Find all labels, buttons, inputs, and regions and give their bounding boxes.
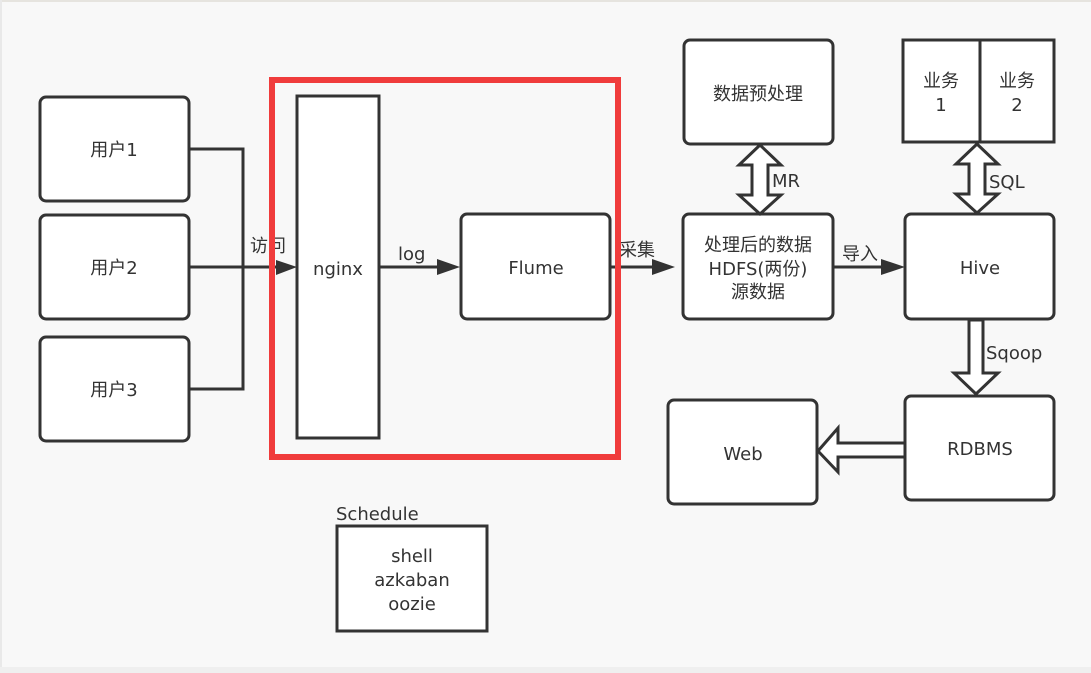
node-hive[interactable]: Hive [903,212,1056,321]
node-hive-label: Hive [960,258,1000,279]
node-processed-line-3: 源数据 [731,282,785,303]
edge-label-log: log [398,244,425,265]
node-business-2-line-1: 业务 [999,71,1035,92]
edge-label-sql: SQL [989,172,1025,193]
node-rdbms[interactable]: RDBMS [903,394,1056,502]
edge-label-sqoop: Sqoop [986,343,1042,364]
node-user-1-label: 用户1 [90,140,137,161]
node-business-1[interactable]: 业务 1 [901,38,982,144]
node-user-2-label: 用户2 [90,258,137,279]
node-business-1-line-2: 1 [935,95,946,116]
arrow-collect-head [652,259,675,275]
architecture-diagram: 用户1 用户2 用户3 访问 nginx log Flume 采集 处理后的数据… [38,38,1056,633]
schedule-item-azkaban: azkaban [374,570,449,591]
node-user-3-label: 用户3 [90,380,137,401]
arrow-import-head [881,259,905,275]
node-nginx-label: nginx [313,259,363,280]
node-flume[interactable]: Flume [459,212,612,321]
node-user-1[interactable]: 用户1 [38,95,191,203]
node-processed-line-2: HDFS(两份) [709,259,808,280]
node-nginx[interactable]: nginx [295,94,381,440]
edge-label-mr: MR [772,171,800,192]
node-web-label: Web [723,444,762,465]
arrow-access-head [276,260,297,275]
node-user-2[interactable]: 用户2 [38,213,191,321]
node-business-2[interactable]: 业务 2 [978,38,1056,144]
node-processed-data[interactable]: 处理后的数据 HDFS(两份) 源数据 [681,212,835,321]
edge-label-import: 导入 [842,244,878,265]
connector-user-1 [189,147,245,391]
node-user-3[interactable]: 用户3 [38,335,191,443]
node-schedule[interactable]: shell azkaban oozie [335,524,489,633]
node-rdbms-label: RDBMS [947,439,1013,460]
node-processed-line-1: 处理后的数据 [704,235,812,256]
schedule-item-shell: shell [391,546,433,567]
node-web[interactable]: Web [666,398,819,506]
schedule-item-oozie: oozie [388,594,436,615]
node-business-2-line-2: 2 [1011,95,1022,116]
bottom-scrollbar[interactable] [0,667,1091,673]
arrow-log-head [437,259,460,275]
node-preprocess-label: 数据预处理 [713,84,803,105]
node-business-1-line-1: 业务 [923,71,959,92]
node-flume-label: Flume [508,258,563,279]
edge-label-collect: 采集 [619,240,655,261]
node-preprocess[interactable]: 数据预处理 [682,38,835,146]
edge-label-access: 访问 [250,236,286,257]
schedule-title: Schedule [336,504,419,525]
arrow-rdbms-to-web [815,423,907,476]
